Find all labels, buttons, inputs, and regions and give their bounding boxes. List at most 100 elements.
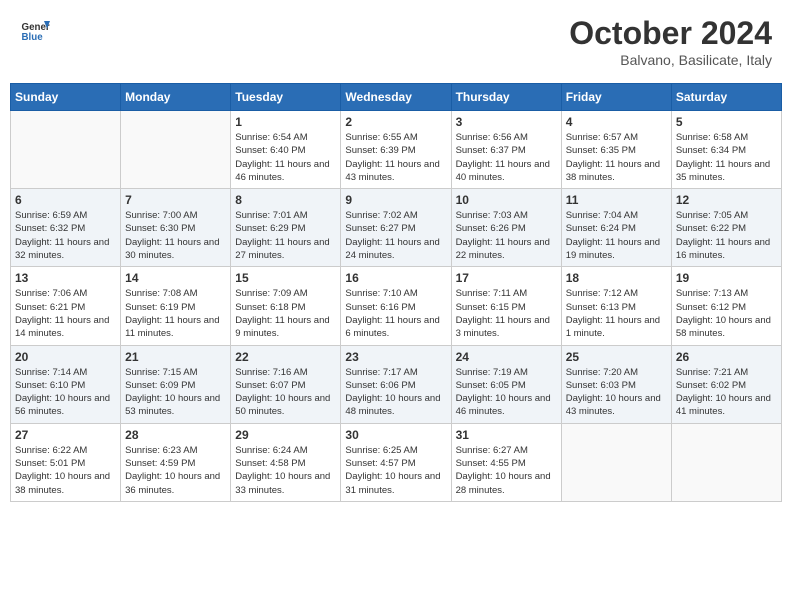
day-number: 29 (235, 428, 336, 442)
day-info: Sunrise: 7:21 AM Sunset: 6:02 PM Dayligh… (676, 366, 777, 419)
day-number: 4 (566, 115, 667, 129)
day-info: Sunrise: 7:19 AM Sunset: 6:05 PM Dayligh… (456, 366, 557, 419)
day-number: 15 (235, 271, 336, 285)
day-number: 10 (456, 193, 557, 207)
day-number: 23 (345, 350, 446, 364)
month-title: October 2024 (569, 15, 772, 52)
day-info: Sunrise: 7:00 AM Sunset: 6:30 PM Dayligh… (125, 209, 226, 262)
day-number: 30 (345, 428, 446, 442)
calendar-cell: 13 Sunrise: 7:06 AM Sunset: 6:21 PM Dayli… (11, 267, 121, 345)
day-info: Sunrise: 7:01 AM Sunset: 6:29 PM Dayligh… (235, 209, 336, 262)
calendar-cell: 22 Sunrise: 7:16 AM Sunset: 6:07 PM Dayli… (231, 345, 341, 423)
calendar-cell: 3 Sunrise: 6:56 AM Sunset: 6:37 PM Daylig… (451, 111, 561, 189)
day-number: 17 (456, 271, 557, 285)
calendar-cell: 26Sunrise: 7:21 AM Sunset: 6:02 PM Dayli… (671, 345, 781, 423)
calendar-table: SundayMondayTuesdayWednesdayThursdayFrid… (10, 83, 782, 502)
weekday-friday: Friday (561, 84, 671, 111)
weekday-thursday: Thursday (451, 84, 561, 111)
calendar-cell: 21 Sunrise: 7:15 AM Sunset: 6:09 PM Dayli… (121, 345, 231, 423)
day-number: 27 (15, 428, 116, 442)
calendar-week-5: 27Sunrise: 6:22 AM Sunset: 5:01 PM Dayli… (11, 423, 782, 501)
day-info: Sunrise: 7:09 AM Sunset: 6:18 PM Dayligh… (235, 287, 336, 340)
day-number: 13 (15, 271, 116, 285)
calendar-cell: 28Sunrise: 6:23 AM Sunset: 4:59 PM Dayli… (121, 423, 231, 501)
svg-text:Blue: Blue (22, 32, 44, 43)
calendar-week-2: 6 Sunrise: 6:59 AM Sunset: 6:32 PM Daylig… (11, 189, 782, 267)
calendar-cell: 6 Sunrise: 6:59 AM Sunset: 6:32 PM Daylig… (11, 189, 121, 267)
calendar-week-1: 1 Sunrise: 6:54 AM Sunset: 6:40 PM Daylig… (11, 111, 782, 189)
calendar-week-4: 20Sunrise: 7:14 AM Sunset: 6:10 PM Dayli… (11, 345, 782, 423)
weekday-header-row: SundayMondayTuesdayWednesdayThursdayFrid… (11, 84, 782, 111)
calendar-cell: 11Sunrise: 7:04 AM Sunset: 6:24 PM Dayli… (561, 189, 671, 267)
day-info: Sunrise: 7:06 AM Sunset: 6:21 PM Dayligh… (15, 287, 116, 340)
title-block: October 2024 Balvano, Basilicate, Italy (569, 15, 772, 68)
calendar-cell (121, 111, 231, 189)
calendar-cell: 24 Sunrise: 7:19 AM Sunset: 6:05 PM Dayli… (451, 345, 561, 423)
day-number: 6 (15, 193, 116, 207)
calendar-cell: 15 Sunrise: 7:09 AM Sunset: 6:18 PM Dayli… (231, 267, 341, 345)
day-number: 21 (125, 350, 226, 364)
weekday-saturday: Saturday (671, 84, 781, 111)
calendar-cell: 4 Sunrise: 6:57 AM Sunset: 6:35 PM Daylig… (561, 111, 671, 189)
day-info: Sunrise: 7:04 AM Sunset: 6:24 PM Dayligh… (566, 209, 667, 262)
day-info: Sunrise: 7:20 AM Sunset: 6:03 PM Dayligh… (566, 366, 667, 419)
calendar-cell: 19 Sunrise: 7:13 AM Sunset: 6:12 PM Dayli… (671, 267, 781, 345)
day-info: Sunrise: 7:05 AM Sunset: 6:22 PM Dayligh… (676, 209, 777, 262)
day-info: Sunrise: 6:27 AM Sunset: 4:55 PM Dayligh… (456, 444, 557, 497)
day-number: 24 (456, 350, 557, 364)
day-info: Sunrise: 7:15 AM Sunset: 6:09 PM Dayligh… (125, 366, 226, 419)
calendar-cell: 2 Sunrise: 6:55 AM Sunset: 6:39 PM Daylig… (341, 111, 451, 189)
calendar-cell: 16Sunrise: 7:10 AM Sunset: 6:16 PM Dayli… (341, 267, 451, 345)
calendar-week-3: 13 Sunrise: 7:06 AM Sunset: 6:21 PM Dayli… (11, 267, 782, 345)
day-number: 3 (456, 115, 557, 129)
day-number: 2 (345, 115, 446, 129)
day-info: Sunrise: 6:54 AM Sunset: 6:40 PM Dayligh… (235, 131, 336, 184)
day-number: 22 (235, 350, 336, 364)
day-info: Sunrise: 6:23 AM Sunset: 4:59 PM Dayligh… (125, 444, 226, 497)
calendar-cell: 23 Sunrise: 7:17 AM Sunset: 6:06 PM Dayli… (341, 345, 451, 423)
calendar-cell: 10 Sunrise: 7:03 AM Sunset: 6:26 PM Dayli… (451, 189, 561, 267)
day-number: 18 (566, 271, 667, 285)
calendar-cell: 1 Sunrise: 6:54 AM Sunset: 6:40 PM Daylig… (231, 111, 341, 189)
calendar-cell (671, 423, 781, 501)
location: Balvano, Basilicate, Italy (569, 52, 772, 68)
calendar-cell: 7 Sunrise: 7:00 AM Sunset: 6:30 PM Daylig… (121, 189, 231, 267)
day-info: Sunrise: 6:56 AM Sunset: 6:37 PM Dayligh… (456, 131, 557, 184)
day-info: Sunrise: 7:11 AM Sunset: 6:15 PM Dayligh… (456, 287, 557, 340)
day-info: Sunrise: 6:25 AM Sunset: 4:57 PM Dayligh… (345, 444, 446, 497)
calendar-cell: 20Sunrise: 7:14 AM Sunset: 6:10 PM Dayli… (11, 345, 121, 423)
day-number: 1 (235, 115, 336, 129)
day-info: Sunrise: 6:55 AM Sunset: 6:39 PM Dayligh… (345, 131, 446, 184)
logo-icon: General Blue (20, 15, 50, 45)
calendar-cell (11, 111, 121, 189)
calendar-cell: 9 Sunrise: 7:02 AM Sunset: 6:27 PM Daylig… (341, 189, 451, 267)
calendar-cell (561, 423, 671, 501)
day-info: Sunrise: 7:12 AM Sunset: 6:13 PM Dayligh… (566, 287, 667, 340)
day-number: 7 (125, 193, 226, 207)
calendar-cell: 31Sunrise: 6:27 AM Sunset: 4:55 PM Dayli… (451, 423, 561, 501)
day-info: Sunrise: 6:59 AM Sunset: 6:32 PM Dayligh… (15, 209, 116, 262)
day-info: Sunrise: 7:10 AM Sunset: 6:16 PM Dayligh… (345, 287, 446, 340)
day-info: Sunrise: 6:24 AM Sunset: 4:58 PM Dayligh… (235, 444, 336, 497)
weekday-tuesday: Tuesday (231, 84, 341, 111)
day-info: Sunrise: 6:57 AM Sunset: 6:35 PM Dayligh… (566, 131, 667, 184)
day-info: Sunrise: 6:58 AM Sunset: 6:34 PM Dayligh… (676, 131, 777, 184)
calendar-cell: 29 Sunrise: 6:24 AM Sunset: 4:58 PM Dayli… (231, 423, 341, 501)
day-info: Sunrise: 7:13 AM Sunset: 6:12 PM Dayligh… (676, 287, 777, 340)
day-number: 19 (676, 271, 777, 285)
day-number: 9 (345, 193, 446, 207)
calendar-cell: 14 Sunrise: 7:08 AM Sunset: 6:19 PM Dayli… (121, 267, 231, 345)
calendar-cell: 17 Sunrise: 7:11 AM Sunset: 6:15 PM Dayli… (451, 267, 561, 345)
day-number: 14 (125, 271, 226, 285)
day-info: Sunrise: 7:02 AM Sunset: 6:27 PM Dayligh… (345, 209, 446, 262)
day-info: Sunrise: 7:08 AM Sunset: 6:19 PM Dayligh… (125, 287, 226, 340)
calendar-cell: 5Sunrise: 6:58 AM Sunset: 6:34 PM Daylig… (671, 111, 781, 189)
day-number: 12 (676, 193, 777, 207)
day-info: Sunrise: 7:03 AM Sunset: 6:26 PM Dayligh… (456, 209, 557, 262)
day-info: Sunrise: 7:16 AM Sunset: 6:07 PM Dayligh… (235, 366, 336, 419)
day-info: Sunrise: 7:17 AM Sunset: 6:06 PM Dayligh… (345, 366, 446, 419)
logo: General Blue (20, 15, 50, 45)
day-info: Sunrise: 7:14 AM Sunset: 6:10 PM Dayligh… (15, 366, 116, 419)
day-number: 25 (566, 350, 667, 364)
calendar-cell: 12 Sunrise: 7:05 AM Sunset: 6:22 PM Dayli… (671, 189, 781, 267)
